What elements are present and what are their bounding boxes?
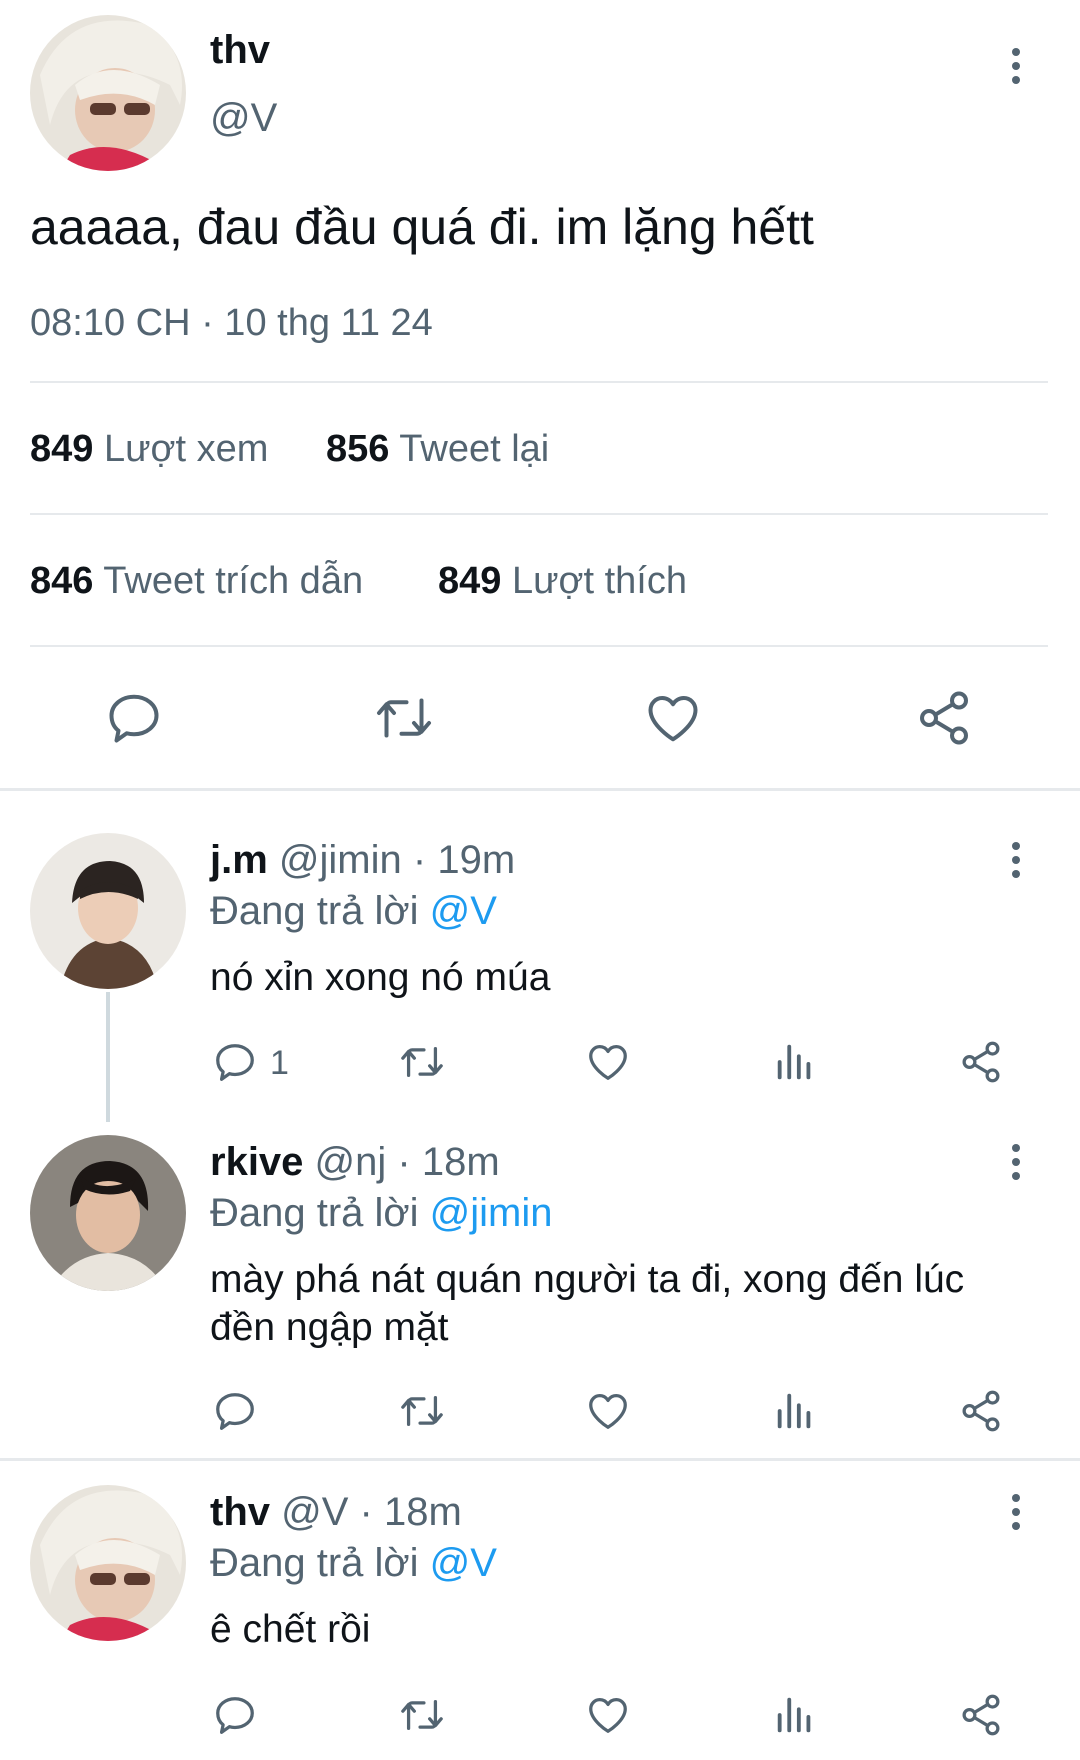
replying-to: Đang trả lời @V	[210, 889, 497, 934]
share-icon[interactable]	[914, 688, 974, 748]
more-options-icon[interactable]	[996, 830, 1036, 890]
retweet-icon[interactable]	[396, 1388, 448, 1434]
views-label: Lượt xem	[103, 428, 269, 470]
share-icon[interactable]	[958, 1039, 1004, 1085]
retweet-icon[interactable]	[396, 1692, 448, 1738]
display-name[interactable]: rkive	[210, 1140, 303, 1184]
reply-icon[interactable]	[212, 1692, 258, 1738]
divider	[30, 513, 1048, 515]
avatar[interactable]	[30, 833, 186, 989]
reply-icon[interactable]	[104, 688, 164, 748]
divider	[30, 381, 1048, 383]
reply-header: j.m @jimin · 19m	[210, 838, 515, 883]
replying-prefix: Đang trả lời	[210, 1191, 419, 1235]
heart-icon[interactable]	[584, 1692, 632, 1738]
more-options-icon[interactable]	[996, 1132, 1036, 1192]
time[interactable]: 18m	[384, 1490, 462, 1534]
handle[interactable]: @V	[281, 1490, 348, 1534]
reply-header: rkive @nj · 18m	[210, 1140, 500, 1185]
views-count: 849	[30, 428, 94, 470]
heart-icon[interactable]	[584, 1388, 632, 1434]
likes-label: Lượt thích	[511, 560, 687, 602]
retweets-label: Tweet lại	[399, 428, 550, 470]
handle[interactable]: @jimin	[279, 838, 402, 882]
replying-to: Đang trả lời @V	[210, 1541, 497, 1586]
replying-prefix: Đang trả lời	[210, 889, 419, 933]
retweet-icon[interactable]	[396, 1039, 448, 1085]
replying-to-link[interactable]: @V	[430, 1541, 497, 1585]
reply-icon[interactable]	[212, 1039, 258, 1085]
share-icon[interactable]	[958, 1692, 1004, 1738]
replying-to-link[interactable]: @V	[430, 889, 497, 933]
quotes-label: Tweet trích dẫn	[103, 560, 364, 602]
time[interactable]: 19m	[437, 838, 515, 882]
retweets-stat[interactable]: 856 Tweet lại	[326, 428, 549, 471]
reply-header: thv @V · 18m	[210, 1490, 462, 1535]
avatar[interactable]	[30, 1135, 186, 1291]
tweet-text: aaaaa, đau đầu quá đi. im lặng hếtt	[30, 199, 814, 255]
reply-count: 1	[270, 1044, 289, 1082]
handle[interactable]: @nj	[315, 1140, 387, 1184]
retweets-count: 856	[326, 428, 390, 470]
separator: ·	[412, 838, 427, 882]
thread-line	[106, 992, 110, 1122]
replying-to: Đang trả lời @jimin	[210, 1191, 553, 1236]
more-options-icon[interactable]	[996, 36, 1036, 96]
likes-count: 849	[438, 560, 502, 602]
analytics-icon[interactable]	[772, 1039, 818, 1085]
analytics-icon[interactable]	[772, 1692, 818, 1738]
separator: ·	[359, 1490, 373, 1534]
tweet-text: nó xỉn xong nó múa	[210, 956, 551, 999]
display-name[interactable]: thv	[210, 28, 270, 73]
divider	[30, 645, 1048, 647]
analytics-icon[interactable]	[772, 1388, 818, 1434]
section-divider	[0, 788, 1080, 791]
views-stat[interactable]: 849 Lượt xem	[30, 428, 268, 471]
timestamp[interactable]: 08:10 CH · 10 thg 11 24	[30, 302, 433, 345]
heart-icon[interactable]	[642, 688, 704, 748]
avatar[interactable]	[30, 1485, 186, 1641]
display-name[interactable]: j.m	[210, 838, 268, 882]
quotes-stat[interactable]: 846 Tweet trích dẫn	[30, 560, 363, 603]
retweet-icon[interactable]	[370, 688, 438, 748]
handle[interactable]: @V	[210, 96, 277, 141]
reply-icon[interactable]	[212, 1388, 258, 1434]
quotes-count: 846	[30, 560, 94, 602]
more-options-icon[interactable]	[996, 1482, 1036, 1542]
display-name[interactable]: thv	[210, 1490, 270, 1534]
tweet-text: mày phá nát quán người ta đi, xong đến l…	[210, 1258, 965, 1349]
replying-prefix: Đang trả lời	[210, 1541, 419, 1585]
section-divider	[0, 1458, 1080, 1461]
time[interactable]: 18m	[422, 1140, 500, 1184]
separator: ·	[397, 1140, 411, 1184]
heart-icon[interactable]	[584, 1039, 632, 1085]
likes-stat[interactable]: 849 Lượt thích	[438, 560, 687, 603]
tweet-text: ê chết rồi	[210, 1608, 371, 1651]
avatar[interactable]	[30, 15, 186, 171]
replying-to-link[interactable]: @jimin	[430, 1191, 553, 1235]
share-icon[interactable]	[958, 1388, 1004, 1434]
